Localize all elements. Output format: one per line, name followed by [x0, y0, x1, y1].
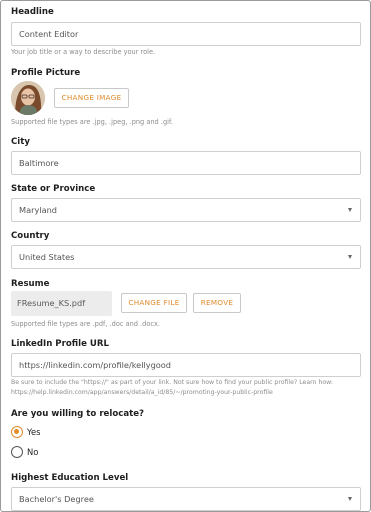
relocate-no-label[interactable]: No	[27, 447, 38, 457]
profile-picture-label: Profile Picture	[11, 68, 81, 78]
linkedin-help-link[interactable]: https://help.linkedin.com/app/answers/de…	[11, 388, 273, 398]
remove-file-button[interactable]: REMOVE	[193, 293, 241, 313]
linkedin-help-text: Be sure to include the "https://" as par…	[11, 379, 333, 386]
avatar-photo-icon	[11, 81, 45, 115]
headline-input[interactable]: Content Editor	[11, 22, 361, 46]
headline-help: Your job title or a way to describe your…	[11, 48, 156, 56]
relocate-label: Are you willing to relocate?	[11, 409, 145, 419]
resume-filename: FResume_KS.pdf	[11, 291, 112, 316]
resume-help: Supported file types are .pdf, .doc and …	[11, 320, 161, 328]
state-select-value: Maryland	[19, 205, 57, 215]
radio-unselected-icon[interactable]	[11, 446, 23, 458]
profile-form: Headline Content Editor Your job title o…	[0, 0, 371, 512]
caret-down-icon	[348, 497, 352, 501]
country-select-value: United States	[19, 252, 75, 262]
linkedin-input[interactable]: https://linkedin.com/profile/kellygood	[11, 353, 361, 377]
linkedin-label: LinkedIn Profile URL	[11, 339, 109, 349]
country-select[interactable]: United States	[11, 245, 361, 269]
avatar	[11, 81, 45, 115]
profile-picture-help: Supported file types are .jpg, .jpeg, .p…	[11, 118, 173, 126]
state-select[interactable]: Maryland	[11, 198, 361, 222]
caret-down-icon	[348, 208, 352, 212]
caret-down-icon	[348, 255, 352, 259]
city-label: City	[11, 137, 30, 147]
headline-label: Headline	[11, 7, 54, 17]
education-select-value: Bachelor's Degree	[19, 494, 94, 504]
relocate-yes-label[interactable]: Yes	[27, 427, 41, 437]
resume-label: Resume	[11, 279, 50, 289]
country-label: Country	[11, 231, 50, 241]
change-file-button[interactable]: CHANGE FILE	[121, 293, 187, 313]
education-select[interactable]: Bachelor's Degree	[11, 487, 361, 511]
change-image-button[interactable]: CHANGE IMAGE	[54, 88, 129, 108]
education-label: Highest Education Level	[11, 473, 129, 483]
city-input[interactable]: Baltimore	[11, 151, 361, 175]
state-label: State or Province	[11, 184, 96, 194]
radio-selected-icon[interactable]	[11, 426, 23, 438]
